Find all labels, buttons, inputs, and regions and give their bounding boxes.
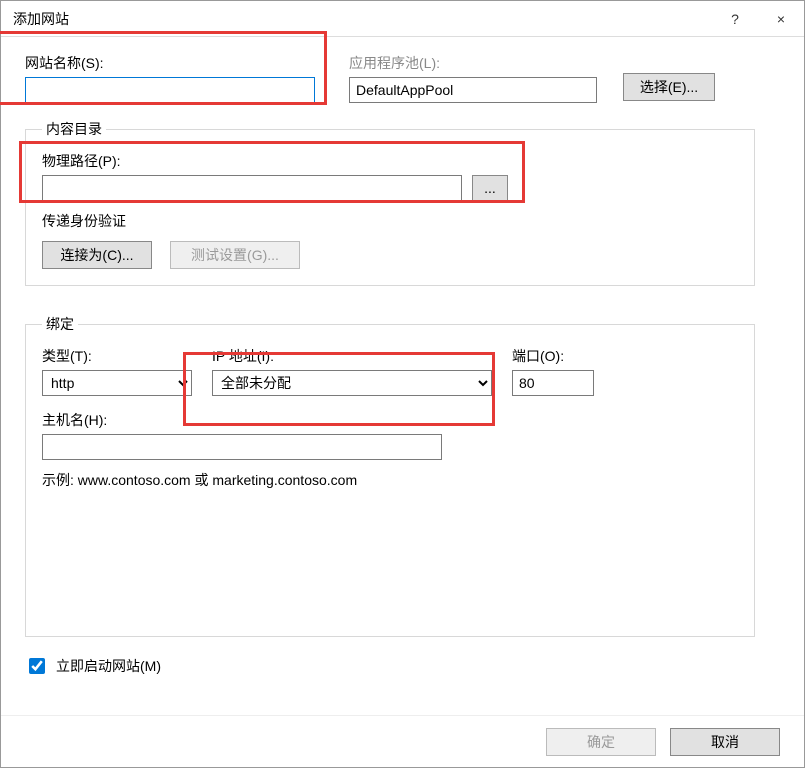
title-bar: 添加网站 ? × [1, 1, 804, 37]
dialog-footer: 确定 取消 [1, 715, 804, 767]
close-button[interactable]: × [758, 1, 804, 37]
binding-group: 绑定 类型(T): http IP 地址(I): 全部未分配 端口(O): [25, 314, 755, 637]
app-pool-input [349, 77, 597, 103]
binding-port-input[interactable] [512, 370, 594, 396]
connect-as-button[interactable]: 连接为(C)... [42, 241, 152, 269]
content-directory-group: 内容目录 物理路径(P): ... 传递身份验证 连接为(C)... 测试设置(… [25, 119, 755, 286]
binding-host-example: 示例: www.contoso.com 或 marketing.contoso.… [42, 470, 738, 490]
binding-type-label: 类型(T): [42, 346, 192, 366]
physical-path-label: 物理路径(P): [42, 151, 738, 171]
select-app-pool-button[interactable]: 选择(E)... [623, 73, 715, 101]
binding-type-select[interactable]: http [42, 370, 192, 396]
binding-legend: 绑定 [42, 314, 78, 334]
window-title: 添加网站 [13, 9, 712, 29]
cancel-button[interactable]: 取消 [670, 728, 780, 756]
site-name-label: 网站名称(S): [25, 53, 325, 73]
add-website-dialog: 添加网站 ? × 网站名称(S): 应用程序池(L): 选择(E)... 内容目… [0, 0, 805, 768]
start-immediately-checkbox[interactable] [29, 658, 45, 674]
browse-path-button[interactable]: ... [472, 175, 508, 201]
site-name-input[interactable] [25, 77, 315, 103]
physical-path-input[interactable] [42, 175, 462, 201]
test-settings-button: 测试设置(G)... [170, 241, 300, 269]
binding-port-label: 端口(O): [512, 346, 602, 366]
app-pool-label: 应用程序池(L): [349, 53, 599, 73]
binding-ip-select[interactable]: 全部未分配 [212, 370, 492, 396]
passthrough-auth-label: 传递身份验证 [42, 211, 738, 231]
start-immediately-label: 立即启动网站(M) [56, 656, 161, 676]
binding-host-label: 主机名(H): [42, 410, 738, 430]
help-button[interactable]: ? [712, 1, 758, 37]
ok-button: 确定 [546, 728, 656, 756]
binding-ip-label: IP 地址(I): [212, 346, 492, 366]
content-directory-legend: 内容目录 [42, 119, 106, 139]
binding-host-input[interactable] [42, 434, 442, 460]
